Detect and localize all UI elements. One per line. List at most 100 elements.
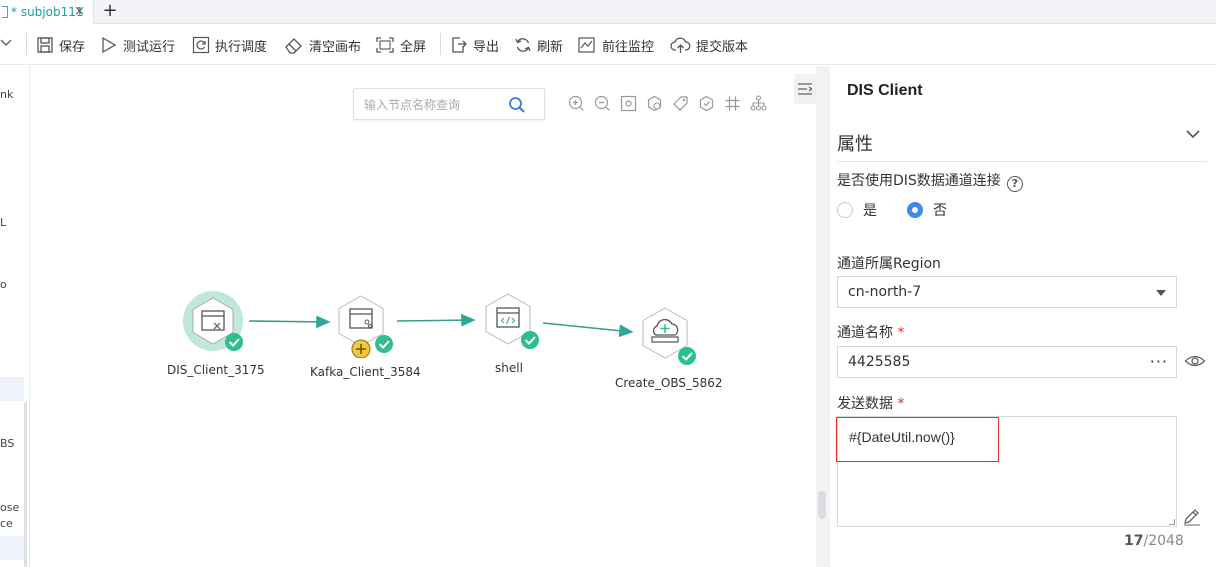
radio-yes[interactable]: 是 <box>837 200 877 220</box>
canvas-tools <box>567 94 768 114</box>
node-label[interactable]: DIS_Client_3175 <box>167 363 265 377</box>
node-search-box <box>353 88 545 120</box>
pencil-icon[interactable] <box>1182 506 1202 526</box>
panel-splitter[interactable] <box>794 66 830 567</box>
char-counter: 17/2048 <box>1124 533 1184 549</box>
more-icon[interactable]: ··· <box>1150 347 1168 377</box>
add-tab-button[interactable]: + <box>102 0 118 24</box>
node-search-input[interactable] <box>364 96 504 114</box>
left-scrollbar[interactable] <box>24 402 27 567</box>
node-label[interactable]: shell <box>495 361 523 375</box>
fullscreen-label: 全屏 <box>400 39 427 55</box>
node-label[interactable]: Kafka_Client_3584 <box>310 365 421 379</box>
help-icon[interactable]: ? <box>1006 176 1023 192</box>
save-icon <box>37 37 53 53</box>
left-item-fragment[interactable]: L <box>0 216 6 229</box>
test-run-button[interactable]: 测试运行 <box>100 33 175 57</box>
left-node-library: nk L o BS ose ce <box>0 66 30 567</box>
save-button[interactable]: 保存 <box>36 33 85 57</box>
resize-handle[interactable] <box>1169 519 1175 525</box>
node-create-obs[interactable] <box>637 306 703 372</box>
refresh-icon <box>515 38 531 52</box>
section-title: 属性 <box>837 134 873 155</box>
schedule-icon <box>192 36 210 54</box>
tree-icon[interactable] <box>749 94 768 113</box>
left-item-fragment[interactable]: BS <box>0 437 14 450</box>
channel-input[interactable]: 4425585 ··· <box>837 346 1177 378</box>
use-dis-label: 是否使用DIS数据通道连接? <box>837 170 1023 192</box>
tab-bar: * subjob111 × + <box>0 0 1216 24</box>
file-icon <box>2 6 8 18</box>
section-divider <box>837 161 1207 162</box>
collapse-panel-button[interactable] <box>794 74 816 104</box>
zoom-in-icon[interactable] <box>567 94 586 113</box>
collapse-right-icon <box>798 83 813 95</box>
schedule-button[interactable]: 执行调度 <box>192 33 267 57</box>
zoom-out-icon[interactable] <box>593 94 612 113</box>
left-item-selected[interactable] <box>0 377 24 401</box>
monitor-button[interactable]: 前往监控 <box>577 33 654 57</box>
required-mark: * <box>897 396 905 412</box>
export-button[interactable]: 导出 <box>450 33 499 57</box>
workflow-canvas[interactable]: DIS_Client_3175 Kafka_Client_3584 shell … <box>31 66 816 567</box>
chevron-down-icon[interactable] <box>1184 126 1202 142</box>
left-item-fragment[interactable]: ce <box>0 517 13 530</box>
required-mark: * <box>897 325 905 341</box>
panel-title: DIS Client <box>847 82 923 99</box>
export-icon <box>452 37 467 53</box>
left-item-fragment[interactable]: o <box>0 278 7 291</box>
grid-icon[interactable] <box>723 94 742 113</box>
channel-value: 4425585 <box>848 354 911 370</box>
node-icon-b[interactable] <box>697 94 716 113</box>
radio-no-dot[interactable] <box>907 202 923 218</box>
radio-no-label: 否 <box>933 203 947 219</box>
fullscreen-button[interactable]: 全屏 <box>375 33 426 57</box>
radio-yes-label: 是 <box>863 203 877 219</box>
toolbar: 保存 测试运行 执行调度 清空画布 全屏 导出 刷新 前往监控 提交版本 <box>0 25 1216 65</box>
upload-cloud-icon <box>670 37 691 53</box>
region-select[interactable]: cn-north-7 <box>837 276 1177 308</box>
save-label: 保存 <box>59 39 86 55</box>
chevron-down-icon[interactable] <box>0 35 12 51</box>
char-limit: /2048 <box>1143 533 1184 549</box>
char-count: 17 <box>1124 533 1144 549</box>
node-kafka-client[interactable] <box>331 292 397 358</box>
search-icon[interactable] <box>508 96 526 114</box>
node-label[interactable]: Create_OBS_5862 <box>615 376 723 390</box>
monitor-icon <box>578 37 595 53</box>
properties-panel: DIS Client 属性 是否使用DIS数据通道连接? 是 否 通道所属Reg… <box>830 66 1216 567</box>
tag-icon[interactable] <box>671 94 690 113</box>
left-item-fragment[interactable]: nk <box>0 88 13 101</box>
monitor-label: 前往监控 <box>602 39 655 55</box>
clear-canvas-label: 清空画布 <box>309 39 362 55</box>
clear-canvas-button[interactable]: 清空画布 <box>284 33 361 57</box>
submit-version-button[interactable]: 提交版本 <box>670 33 748 57</box>
submit-version-label: 提交版本 <box>696 39 749 55</box>
send-data-label: 发送数据 * <box>837 393 904 413</box>
close-icon[interactable]: × <box>74 4 85 19</box>
radio-no[interactable]: 否 <box>907 200 947 220</box>
channel-label: 通道名称 * <box>837 322 904 342</box>
fullscreen-icon <box>376 37 394 53</box>
node-icon-a[interactable] <box>645 94 664 113</box>
region-label: 通道所属Region <box>837 256 941 272</box>
radio-yes-dot[interactable] <box>837 202 853 218</box>
export-label: 导出 <box>473 39 500 55</box>
edge-dis-to-kafka <box>248 315 331 329</box>
eraser-icon <box>285 38 302 54</box>
eye-icon[interactable] <box>1184 352 1206 370</box>
splitter-grip[interactable] <box>818 491 826 519</box>
node-shell[interactable] <box>478 292 544 358</box>
tab-subjob111[interactable]: * subjob111 × <box>0 0 94 24</box>
refresh-button[interactable]: 刷新 <box>514 33 563 57</box>
tab-label: * subjob111 <box>11 5 84 19</box>
test-run-label: 测试运行 <box>123 39 176 55</box>
left-item-highlight[interactable] <box>0 536 24 560</box>
region-value: cn-north-7 <box>848 284 922 300</box>
node-dis-client[interactable] <box>181 289 247 355</box>
send-data-textarea[interactable]: #{DateUtil.now()} <box>836 416 1177 527</box>
schedule-label: 执行调度 <box>215 39 268 55</box>
channel-label-text: 通道名称 <box>837 325 893 341</box>
fit-icon[interactable] <box>619 94 638 113</box>
left-item-fragment[interactable]: ose <box>0 501 19 514</box>
